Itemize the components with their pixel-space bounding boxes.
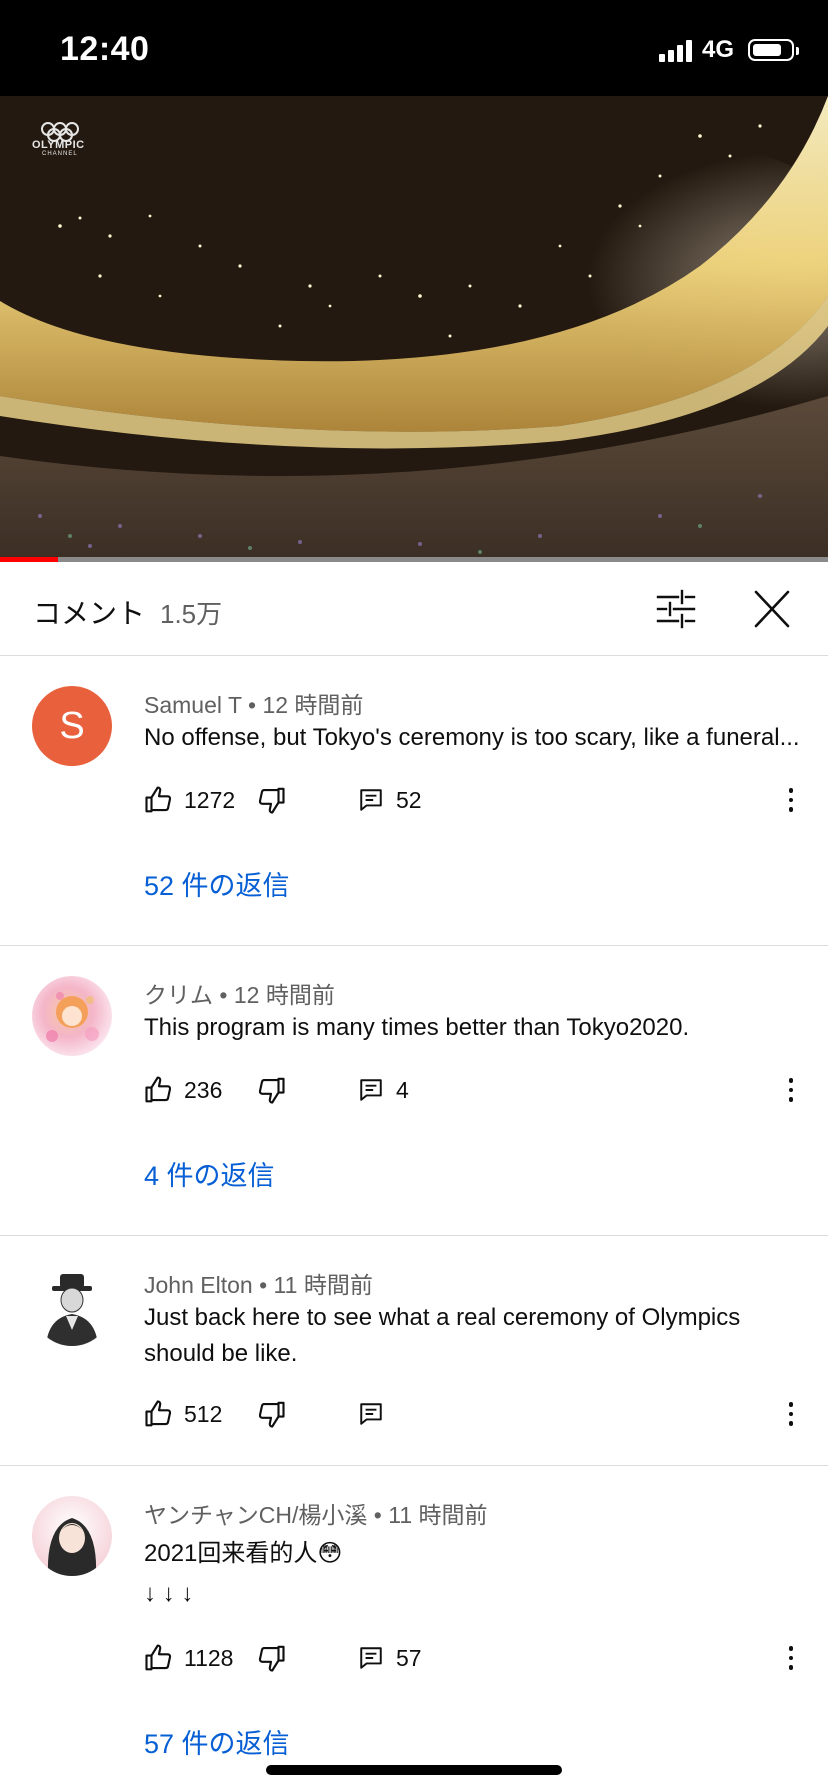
comments-count: 1.5万 <box>160 599 223 629</box>
reply-button[interactable] <box>358 1394 384 1434</box>
avatar-illustration <box>46 992 99 1042</box>
filter-icon <box>656 589 696 629</box>
video-player[interactable]: OLYMPIC CHANNEL <box>0 96 828 560</box>
comment-actions: 1272 52 <box>144 780 804 820</box>
reply-count: 57 <box>396 1644 422 1671</box>
close-icon <box>754 590 790 628</box>
dislike-button[interactable] <box>256 780 286 820</box>
status-indicators: 4G <box>658 36 799 64</box>
comment-time: 11 時間前 <box>388 1502 488 1528</box>
dislike-button[interactable] <box>256 1394 286 1434</box>
comment-author[interactable]: John Elton <box>144 1272 253 1298</box>
battery-icon <box>748 39 799 61</box>
more-options-button[interactable] <box>776 1638 806 1678</box>
more-vert-icon <box>788 788 794 793</box>
comment-meta: John Elton • 11 時間前 <box>144 1266 373 1300</box>
like-icon <box>145 1076 172 1103</box>
like-icon <box>145 786 172 813</box>
reply-button[interactable]: 52 <box>358 780 422 820</box>
dislike-icon <box>258 787 285 814</box>
comment-item: S Samuel T • 12 時間前 No offense, but Toky… <box>0 656 828 946</box>
comment-meta: クリム • 12 時間前 <box>144 976 335 1010</box>
meta-separator: • <box>219 982 234 1008</box>
home-indicator[interactable] <box>266 1765 562 1775</box>
reply-button[interactable]: 57 <box>358 1638 422 1678</box>
reply-icon <box>360 1647 382 1669</box>
more-vert-icon <box>788 1402 794 1407</box>
more-options-button[interactable] <box>776 1394 806 1434</box>
channel-logo-subtext: CHANNEL <box>42 151 78 157</box>
comment-item: クリム • 12 時間前 This program is many times … <box>0 946 828 1236</box>
reply-count: 52 <box>396 786 422 813</box>
view-replies-link[interactable]: 4 件の返信 <box>144 1154 275 1193</box>
avatar[interactable]: S <box>32 686 112 766</box>
comment-time: 12 時間前 <box>262 692 364 718</box>
comments-title: コメント <box>33 598 146 629</box>
avatar[interactable] <box>32 1266 112 1346</box>
comment-actions: 512 <box>144 1394 804 1434</box>
comment-text: No offense, but Tokyo's ceremony is too … <box>144 724 800 751</box>
like-icon <box>145 1644 172 1671</box>
comment-item: ヤンチャンCH/楊小溪 • 11 時間前 2021回来看的人😳 ↓ ↓ ↓ 11… <box>0 1466 828 1792</box>
reply-icon <box>360 789 382 811</box>
reply-icon <box>360 1403 382 1425</box>
channel-logo-text: OLYMPIC <box>32 139 85 151</box>
comment-text: Just back here to see what a real ceremo… <box>144 1304 741 1367</box>
dislike-icon <box>258 1645 285 1672</box>
like-count: 236 <box>184 1076 223 1103</box>
comment-author[interactable]: Samuel T <box>144 692 242 718</box>
sort-filter-button[interactable] <box>652 586 700 632</box>
comment-actions: 1128 57 <box>144 1638 804 1678</box>
close-button[interactable] <box>748 586 796 632</box>
comment-text: This program is many times better than T… <box>144 1014 690 1041</box>
reply-count: 4 <box>396 1076 409 1103</box>
comment-author[interactable]: クリム <box>144 982 213 1008</box>
more-options-button[interactable] <box>776 780 806 820</box>
comment-meta: ヤンチャンCH/楊小溪 • 11 時間前 <box>144 1496 488 1530</box>
avatar-illustration <box>46 1274 98 1346</box>
avatar[interactable] <box>32 976 112 1056</box>
dislike-button[interactable] <box>256 1638 286 1678</box>
more-options-button[interactable] <box>776 1070 806 1110</box>
like-count: 512 <box>184 1400 223 1427</box>
comment-time: 12 時間前 <box>233 982 335 1008</box>
like-button[interactable]: 1272 <box>144 780 235 820</box>
comment-text-line-1: 2021回来看的人😳 <box>144 1540 343 1567</box>
like-icon <box>145 1400 172 1427</box>
like-count: 1272 <box>184 786 236 813</box>
reply-button[interactable]: 4 <box>358 1070 409 1110</box>
view-replies-link[interactable]: 57 件の返信 <box>144 1722 290 1761</box>
comment-time: 11 時間前 <box>273 1272 373 1298</box>
comment-item: John Elton • 11 時間前 Just back here to se… <box>0 1236 828 1466</box>
dislike-icon <box>258 1077 285 1104</box>
comment-text-line-2: ↓ ↓ ↓ <box>144 1580 194 1607</box>
view-replies-link[interactable]: 52 件の返信 <box>144 864 290 903</box>
meta-separator: • <box>247 692 263 718</box>
like-count: 1128 <box>184 1644 234 1671</box>
dislike-button[interactable] <box>256 1070 286 1110</box>
video-frame <box>0 96 828 560</box>
dislike-icon <box>258 1401 285 1428</box>
more-vert-icon <box>788 1646 794 1651</box>
comments-header: コメント 1.5万 <box>0 562 828 656</box>
like-button[interactable]: 512 <box>144 1394 222 1434</box>
like-button[interactable]: 1128 <box>144 1638 233 1678</box>
avatar-illustration <box>47 1518 97 1576</box>
avatar-letter: S <box>59 704 85 747</box>
avatar[interactable] <box>32 1496 112 1576</box>
status-bar: 12:40 4G <box>0 0 828 96</box>
meta-separator: • <box>259 1272 274 1298</box>
reply-icon <box>360 1079 382 1101</box>
like-button[interactable]: 236 <box>144 1070 222 1110</box>
comment-actions: 236 4 <box>144 1070 804 1110</box>
comment-meta: Samuel T • 12 時間前 <box>144 686 363 720</box>
network-type: 4G <box>701 36 734 63</box>
comment-author[interactable]: ヤンチャンCH/楊小溪 <box>144 1502 367 1528</box>
signal-icon <box>658 38 692 62</box>
meta-separator: • <box>373 1502 389 1528</box>
more-vert-icon <box>788 1078 794 1083</box>
status-time: 12:40 <box>60 30 150 68</box>
